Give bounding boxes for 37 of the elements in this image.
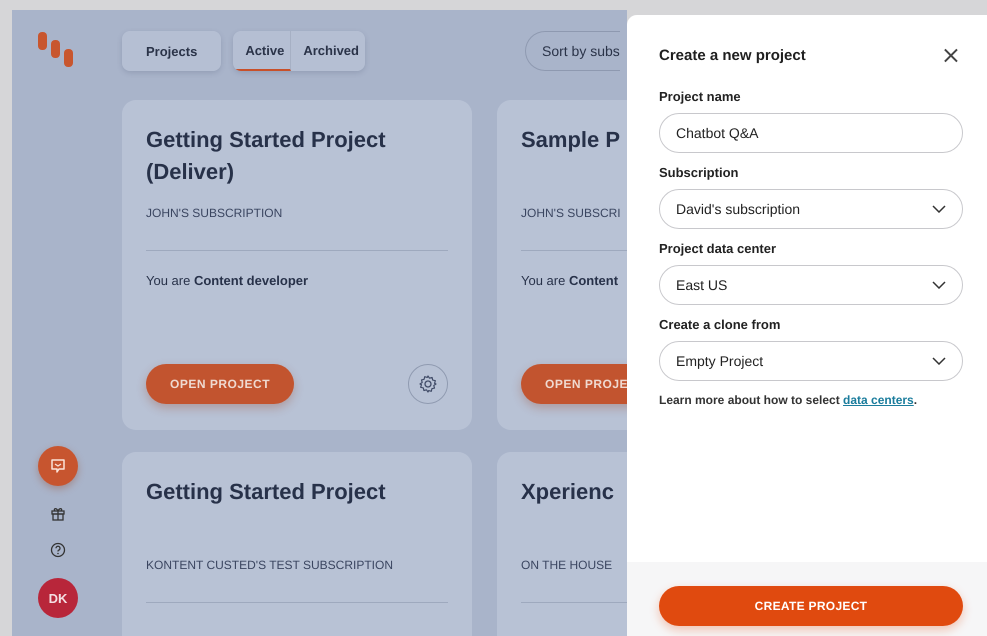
tab[interactable]: Archived (291, 31, 365, 71)
settings-icon (418, 374, 438, 394)
chevron-icon (932, 205, 946, 213)
create-project-button[interactable]: CREATE PROJECT (659, 586, 963, 626)
project-title: Getting Started Project (Deliver) (146, 126, 387, 186)
gift-icon[interactable] (50, 506, 66, 522)
projects-button[interactable]: Projects (122, 31, 222, 71)
chat-icon (50, 458, 66, 474)
user-avatar[interactable]: DK (38, 578, 78, 618)
subscription-name: KONTENT CUSTED'S TEST SUBSCRIPTION (146, 558, 394, 572)
select-field[interactable]: Empty Project (659, 341, 963, 381)
field-label: Project data center (659, 241, 778, 256)
field-label: Project name (659, 89, 742, 104)
tab[interactable]: Active (233, 31, 292, 71)
subscription-name: JOHN'S SUBSCRIPTION (146, 206, 284, 220)
sort-dropdown[interactable]: Sort by subs (524, 31, 620, 71)
select-field[interactable]: David's subscription (659, 189, 963, 229)
field-label: Create a clone from (659, 317, 782, 332)
help-text: Learn more about how to select data centers. (659, 393, 918, 407)
chevron-icon (932, 357, 946, 365)
subscription-name: ON THE HOUSE (521, 558, 614, 572)
chevron-icon (932, 281, 946, 289)
project-title: Getting Started Project (146, 478, 387, 506)
select-field[interactable]: East US (659, 265, 963, 305)
subscription-name: JOHN'S SUBSCRI (521, 206, 622, 220)
help-icon[interactable] (50, 542, 66, 558)
project-title: Xperienc (521, 478, 615, 506)
panel-title: Create a new project (659, 46, 806, 64)
input-field[interactable]: Chatbot Q&A (659, 113, 963, 153)
data-centers-link[interactable]: data centers (843, 393, 914, 407)
settings-button[interactable] (408, 364, 448, 404)
field-label: Subscription (659, 165, 740, 180)
project-title: Sample P (521, 126, 622, 154)
feedback-button[interactable] (38, 446, 78, 486)
close-button[interactable]: × (938, 43, 963, 67)
role-text: You are Content developer (146, 273, 310, 288)
role-text: You are Content (521, 273, 620, 288)
